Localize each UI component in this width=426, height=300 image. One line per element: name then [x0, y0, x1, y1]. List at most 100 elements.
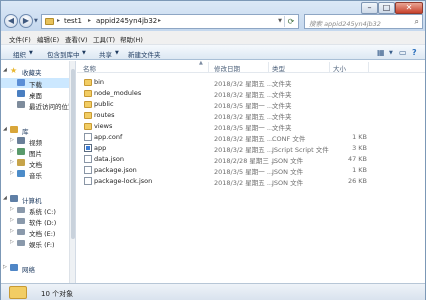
menu-edit[interactable]: 编辑(E): [37, 34, 59, 44]
file-row[interactable]: views 2018/3/5 星期一 ... 文件夹: [77, 121, 367, 132]
column-divider[interactable]: [329, 62, 330, 72]
folder-icon: [84, 112, 92, 119]
file-name: app.conf: [94, 133, 123, 141]
nav-label: 收藏夹: [22, 69, 42, 77]
menu-view[interactable]: 查看(V): [65, 34, 88, 44]
scrollbar-thumb[interactable]: [71, 69, 75, 239]
file-name: package-lock.json: [94, 177, 153, 185]
expand-arrow-icon[interactable]: ▷: [10, 228, 14, 234]
close-button[interactable]: ✕: [395, 2, 423, 14]
nav-item-recent-places[interactable]: 最近访问的位置: [1, 100, 75, 111]
item-count: 10 个对象: [41, 290, 74, 298]
expand-arrow-icon[interactable]: ▷: [3, 264, 7, 270]
nav-item-computer[interactable]: ◢ 计算机: [1, 194, 69, 205]
expand-arrow-icon[interactable]: ▷: [10, 217, 14, 223]
recent-pages-dropdown-icon[interactable]: ▼: [34, 18, 38, 24]
file-name: package.json: [94, 166, 137, 174]
new-folder-button[interactable]: 新建文件夹: [128, 49, 161, 59]
column-divider[interactable]: [208, 62, 209, 72]
breadcrumb-separator-icon[interactable]: ▸: [158, 17, 161, 24]
nav-item-pictures[interactable]: ▷ 图片: [1, 147, 69, 158]
nav-item-videos[interactable]: ▷ 视频: [1, 136, 69, 147]
preview-pane-icon[interactable]: ▭: [399, 48, 407, 57]
explorer-window: – □ ✕ ◀ ▶ ▼ ▸ test1 ▸ appid245yn4jb32 ▸ …: [0, 0, 426, 300]
collapse-arrow-icon[interactable]: ◢: [3, 195, 7, 201]
column-date-modified[interactable]: 修改日期: [214, 63, 240, 73]
back-button[interactable]: ◀: [4, 14, 18, 28]
address-bar[interactable]: ▸ test1 ▸ appid245yn4jb32 ▸ ▼ ⟳: [41, 14, 299, 29]
breadcrumb-item[interactable]: appid245yn4jb32: [96, 17, 157, 25]
chevron-down-icon: ▼: [29, 50, 33, 56]
expand-arrow-icon[interactable]: ▷: [10, 159, 14, 165]
nav-item-favorites[interactable]: ◢ ★ 收藏夹: [1, 66, 69, 77]
chevron-down-icon[interactable]: ▼: [389, 50, 393, 56]
file-row[interactable]: package-lock.json 2018/3/2 星期五 ... JSON …: [77, 176, 367, 187]
menu-help[interactable]: 帮助(H): [120, 34, 143, 44]
organize-button[interactable]: 组织: [13, 49, 26, 59]
file-type: JSON 文件: [272, 168, 304, 176]
breadcrumb-separator-icon[interactable]: ▸: [57, 17, 60, 24]
json-file-icon: [84, 177, 92, 185]
file-row[interactable]: app.conf 2018/3/2 星期五 ... CONF 文件 1 KB: [77, 132, 367, 143]
column-divider[interactable]: [368, 62, 369, 72]
search-box[interactable]: 搜索 appid245yn4jb32 ⌕: [304, 14, 423, 29]
nav-item-downloads[interactable]: 下载: [1, 78, 69, 89]
nav-item-network[interactable]: ▷ 网络: [1, 263, 69, 274]
expand-arrow-icon[interactable]: ▷: [10, 148, 14, 154]
file-row[interactable]: app 2018/3/2 星期五 ... JScript Script 文件 3…: [77, 143, 367, 154]
maximize-button[interactable]: □: [378, 2, 395, 14]
chevron-down-icon: ▼: [82, 50, 86, 56]
menu-tools[interactable]: 工具(T): [93, 34, 115, 44]
conf-file-icon: [84, 133, 92, 141]
minimize-button[interactable]: –: [361, 2, 378, 14]
drive-icon: [17, 218, 25, 224]
nav-item-drive-f[interactable]: ▷ 娱乐 (F:): [1, 238, 69, 249]
forward-arrow-icon: ▶: [22, 16, 30, 25]
nav-label: 下载: [29, 81, 42, 89]
breadcrumb-separator-icon[interactable]: ▸: [88, 17, 91, 24]
nav-scrollbar[interactable]: [69, 61, 75, 283]
nav-item-drive-e[interactable]: ▷ 文档 (E:): [1, 227, 69, 238]
title-bar: – □ ✕ ◀ ▶ ▼ ▸ test1 ▸ appid245yn4jb32 ▸ …: [1, 1, 425, 31]
nav-label: 系统 (C:): [29, 208, 56, 216]
file-date: 2018/3/5 星期一 ...: [214, 124, 274, 132]
file-row[interactable]: routes 2018/3/2 星期五 ... 文件夹: [77, 110, 367, 121]
breadcrumb-item[interactable]: test1: [64, 17, 82, 25]
file-row[interactable]: public 2018/3/5 星期一 ... 文件夹: [77, 99, 367, 110]
address-dropdown-icon[interactable]: ▼: [278, 18, 282, 24]
nav-item-music[interactable]: ▷ 音乐: [1, 169, 69, 180]
forward-button[interactable]: ▶: [19, 14, 33, 28]
refresh-button[interactable]: ⟳: [284, 16, 297, 27]
search-icon[interactable]: ⌕: [415, 17, 419, 27]
file-row[interactable]: data.json 2018/2/28 星期三 ... JSON 文件 47 K…: [77, 154, 367, 165]
file-row[interactable]: bin 2018/3/2 星期五 ... 文件夹: [77, 77, 367, 88]
expand-arrow-icon[interactable]: ▷: [10, 206, 14, 212]
column-type[interactable]: 类型: [272, 63, 285, 73]
menu-file[interactable]: 文件(F): [9, 34, 31, 44]
column-name[interactable]: 名称: [83, 63, 96, 73]
collapse-arrow-icon[interactable]: ◢: [3, 67, 7, 73]
expand-arrow-icon[interactable]: ▷: [10, 239, 14, 245]
view-options-icon[interactable]: ▦: [377, 48, 385, 57]
nav-item-libraries[interactable]: ◢ 库: [1, 125, 69, 136]
expand-arrow-icon[interactable]: ▷: [10, 170, 14, 176]
folder-icon: [45, 18, 54, 25]
nav-item-drive-d[interactable]: ▷ 软件 (D:): [1, 216, 69, 227]
share-button[interactable]: 共享: [99, 49, 112, 59]
collapse-arrow-icon[interactable]: ◢: [3, 126, 7, 132]
expand-arrow-icon[interactable]: ▷: [10, 137, 14, 143]
folder-icon: [84, 101, 92, 108]
file-row[interactable]: package.json 2018/3/5 星期一 ... JSON 文件 1 …: [77, 165, 367, 176]
file-date: 2018/3/2 星期五 ...: [214, 113, 274, 121]
include-in-library-button[interactable]: 包含到库中: [47, 49, 80, 59]
download-folder-icon: [17, 79, 25, 86]
file-row[interactable]: node_modules 2018/3/2 星期五 ... 文件夹: [77, 88, 367, 99]
column-size[interactable]: 大小: [333, 63, 346, 73]
star-icon: ★: [10, 66, 18, 75]
nav-item-desktop[interactable]: 桌面: [1, 89, 69, 100]
help-icon[interactable]: ?: [412, 48, 417, 57]
drive-icon: [17, 229, 25, 235]
nav-item-documents[interactable]: ▷ 文档: [1, 158, 69, 169]
column-divider[interactable]: [268, 62, 269, 72]
nav-item-drive-c[interactable]: ▷ 系统 (C:): [1, 205, 69, 216]
